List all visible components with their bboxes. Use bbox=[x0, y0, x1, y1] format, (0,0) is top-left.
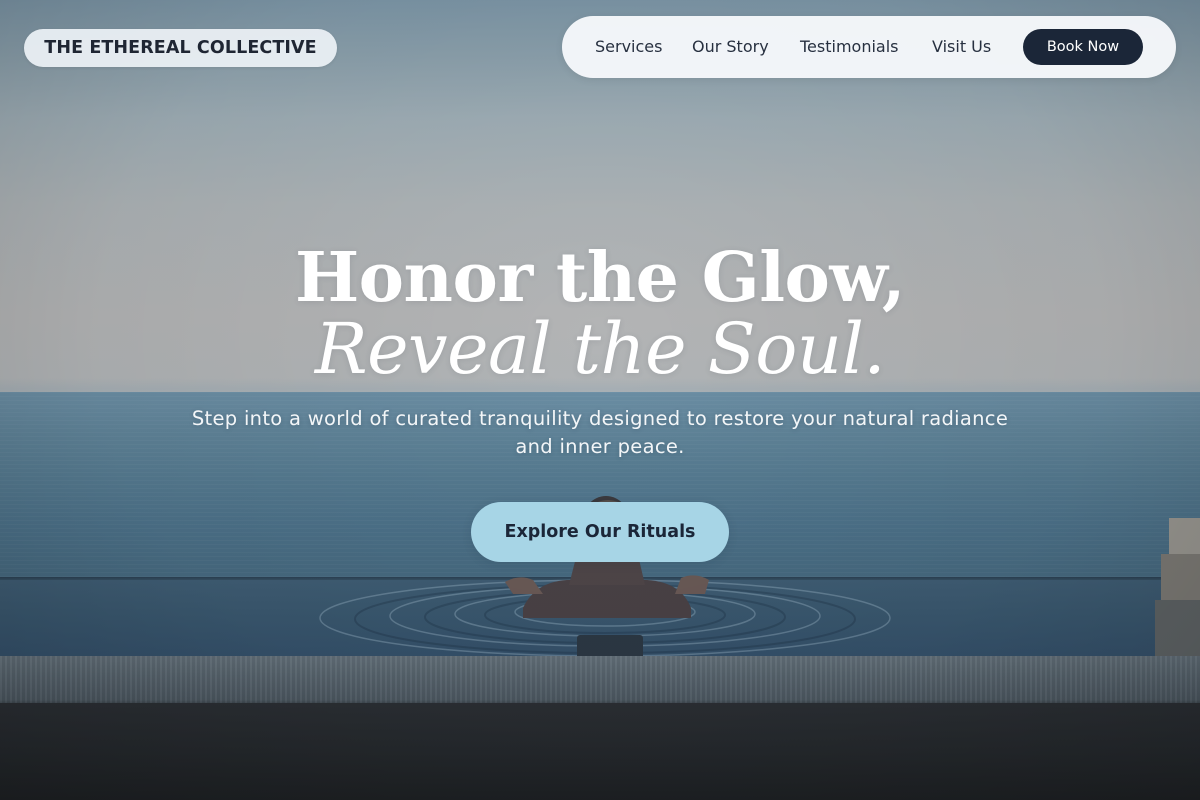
nav-link-services[interactable]: Services bbox=[595, 16, 662, 78]
hero-background bbox=[0, 0, 1200, 800]
vignette-overlay bbox=[0, 0, 1200, 800]
hero-subheadline: Step into a world of curated tranquility… bbox=[191, 407, 1009, 458]
hero-headline-line1: Honor the Glow, bbox=[294, 238, 906, 318]
main-nav: Services Our Story Testimonials Visit Us… bbox=[562, 16, 1176, 78]
nav-link-testimonials[interactable]: Testimonials bbox=[800, 16, 899, 78]
book-now-button[interactable]: Book Now bbox=[1023, 29, 1143, 65]
nav-link-our-story[interactable]: Our Story bbox=[692, 16, 769, 78]
brand-logo[interactable]: THE ETHEREAL COLLECTIVE bbox=[24, 29, 337, 67]
hero-headline-line2: Reveal the Soul. bbox=[314, 308, 886, 390]
nav-link-visit-us[interactable]: Visit Us bbox=[932, 16, 991, 78]
explore-rituals-button[interactable]: Explore Our Rituals bbox=[471, 502, 729, 562]
